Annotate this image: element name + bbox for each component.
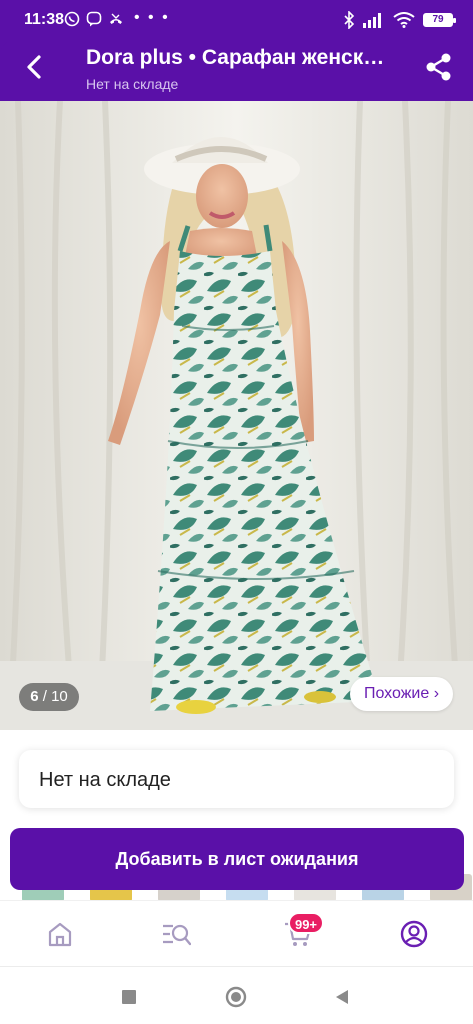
viber-icon	[86, 11, 102, 27]
image-counter: 6 / 10	[19, 683, 79, 711]
product-availability-subtitle: Нет на складе	[86, 76, 179, 92]
stock-status-text: Нет на складе	[39, 769, 171, 791]
share-icon[interactable]	[425, 52, 453, 82]
system-back-icon[interactable]	[331, 986, 353, 1008]
status-right: 79	[343, 10, 456, 30]
product-header: Dora plus • Сарафан женск… Нет на складе	[0, 38, 473, 101]
home-icon[interactable]	[45, 919, 75, 949]
add-to-waitlist-button[interactable]: Добавить в лист ожидания	[10, 828, 464, 890]
product-title: Dora plus • Сарафан женск…	[86, 46, 385, 69]
bottom-navigation	[0, 900, 473, 966]
profile-icon[interactable]	[399, 919, 429, 949]
home-circle-icon[interactable]	[225, 986, 247, 1008]
app-screen: 11:38 • • • 79 Dora plus • Сарафан женск…	[0, 0, 473, 1024]
more-notifications-icon: • • •	[134, 9, 170, 26]
signal-icon	[363, 13, 381, 28]
product-image-gallery[interactable]	[0, 101, 473, 730]
similar-products-button[interactable]: Похожие ›	[350, 677, 453, 711]
stock-status-card: Нет на складе	[19, 750, 454, 808]
missed-call-icon	[110, 13, 122, 24]
status-bar: 11:38 • • • 79	[0, 0, 473, 38]
top-bar: 11:38 • • • 79 Dora plus • Сарафан женск…	[0, 0, 473, 101]
bluetooth-icon	[344, 11, 355, 29]
wifi-icon	[393, 12, 415, 28]
system-navigation-bar	[0, 966, 473, 1024]
image-counter-current: 6	[30, 688, 39, 705]
status-time: 11:38	[24, 11, 65, 28]
whatsapp-icon	[64, 11, 80, 27]
cart-count-badge: 99+	[288, 912, 324, 934]
recent-apps-icon[interactable]	[118, 986, 140, 1008]
image-counter-total: 10	[51, 688, 68, 705]
battery-indicator: 79	[423, 13, 456, 27]
catalog-search-icon[interactable]	[161, 919, 191, 949]
back-arrow-icon[interactable]	[18, 51, 50, 83]
product-photo	[0, 101, 473, 730]
